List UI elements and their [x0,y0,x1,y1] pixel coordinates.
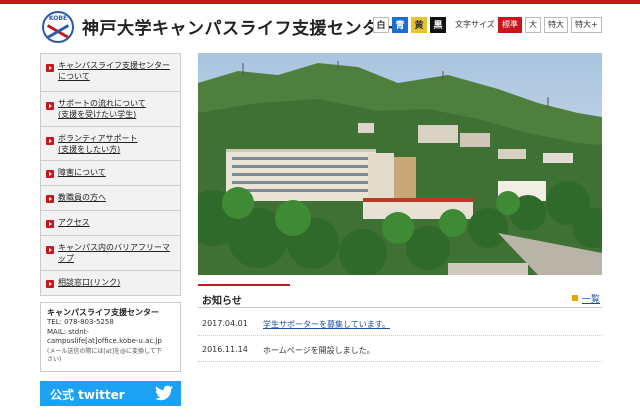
sidebar-item-access[interactable]: アクセス [40,211,181,236]
contact-mail: MAIL: stdnt- campuslife[at]office.kobe-u… [47,327,162,346]
contact-tel: TEL: 078-803-5258 [47,318,114,326]
site-title[interactable]: 神戸大学キャンパスライフ支援センター [82,14,397,39]
sidebar-item-label: キャンパスライフ支援センター について [58,61,170,81]
logo-text: KOBE [48,15,68,22]
sidebar-item-faculty[interactable]: 教職員の方へ [40,186,181,211]
arrow-bullet-icon [46,195,54,203]
font-size-buttons: 標準 大 特大 特大+ [498,17,602,33]
sidebar-item-disability[interactable]: 障害について [40,161,181,186]
sidebar-item-label: アクセス [58,218,90,227]
color-black-button[interactable]: 黒 [430,17,446,33]
font-size-large-button[interactable]: 大 [525,17,541,33]
arrow-bullet-icon [46,64,54,72]
font-size-label: 文字サイズ [455,20,495,29]
sidebar-item-volunteer[interactable]: ボランティアサポート (支援をしたい方) [40,127,181,161]
sidebar-item-about[interactable]: キャンパスライフ支援センター について [40,54,181,92]
sidebar-item-consultation[interactable]: 相談窓口(リンク) [40,271,181,296]
news-more-label: 一覧 [581,295,600,305]
arrow-bullet-icon [46,137,54,145]
contact-box: キャンパスライフ支援センター TEL: 078-803-5258 MAIL: s… [40,302,181,372]
news-accent-bar [198,284,290,286]
news-date: 2017.04.01 [202,319,248,328]
news-item: 2016.11.14 ホームページを開設しました。 [198,338,602,362]
color-white-button[interactable]: 白 [373,17,389,33]
contact-name: キャンパスライフ支援センター [47,308,159,317]
twitter-label: 公式 twitter [50,388,125,402]
sidebar-item-label: ボランティアサポート (支援をしたい方) [58,134,138,154]
arrow-bullet-icon [46,220,54,228]
arrow-bullet-icon [46,102,54,110]
twitter-bird-icon [155,385,173,401]
arrow-bullet-icon [46,280,54,288]
news-title: お知らせ [202,296,242,307]
sidebar-item-label: 教職員の方へ [58,193,106,202]
sidebar-item-label: 障害について [58,168,106,177]
news-link[interactable]: 学生サポーターを募集しています。 [263,319,390,330]
news-header: お知らせ 一覧 [198,284,602,308]
font-size-xlarge-button[interactable]: 特大 [544,17,568,33]
kobe-university-logo[interactable]: KOBE [42,11,74,43]
font-size-xxlarge-button[interactable]: 特大+ [571,17,602,33]
square-bullet-icon [571,295,578,301]
news-date: 2016.11.14 [202,345,248,354]
color-yellow-button[interactable]: 黄 [411,17,427,33]
twitter-button[interactable]: 公式 twitter [40,381,181,406]
campus-photo [198,53,602,275]
contact-note: (メール送信の際には[at]を@に変換して下 さい) [47,347,162,364]
sidebar-item-label: サポートの流れについて (支援を受けたい学生) [58,99,146,119]
sidebar-item-label: 相談窓口(リンク) [58,278,121,287]
font-size-standard-button[interactable]: 標準 [498,17,522,33]
arrow-bullet-icon [46,170,54,178]
arrow-bullet-icon [46,246,54,254]
top-accent-bar [0,0,640,4]
news-text: ホームページを開設しました。 [263,346,375,355]
news-item: 2017.04.01 学生サポーターを募集しています。 [198,312,602,336]
color-theme-buttons: 白 青 黄 黒 [373,17,446,33]
sidebar-nav: キャンパスライフ支援センター について サポートの流れについて (支援を受けたい… [40,53,181,296]
sidebar-item-barrier-free-map[interactable]: キャンパス内のバリアフリーマ ップ [40,236,181,271]
sidebar-item-support-flow[interactable]: サポートの流れについて (支援を受けたい学生) [40,92,181,127]
color-blue-button[interactable]: 青 [392,17,408,33]
news-list-link[interactable]: 一覧 [571,292,600,305]
sidebar-item-label: キャンパス内のバリアフリーマ ップ [58,243,170,263]
